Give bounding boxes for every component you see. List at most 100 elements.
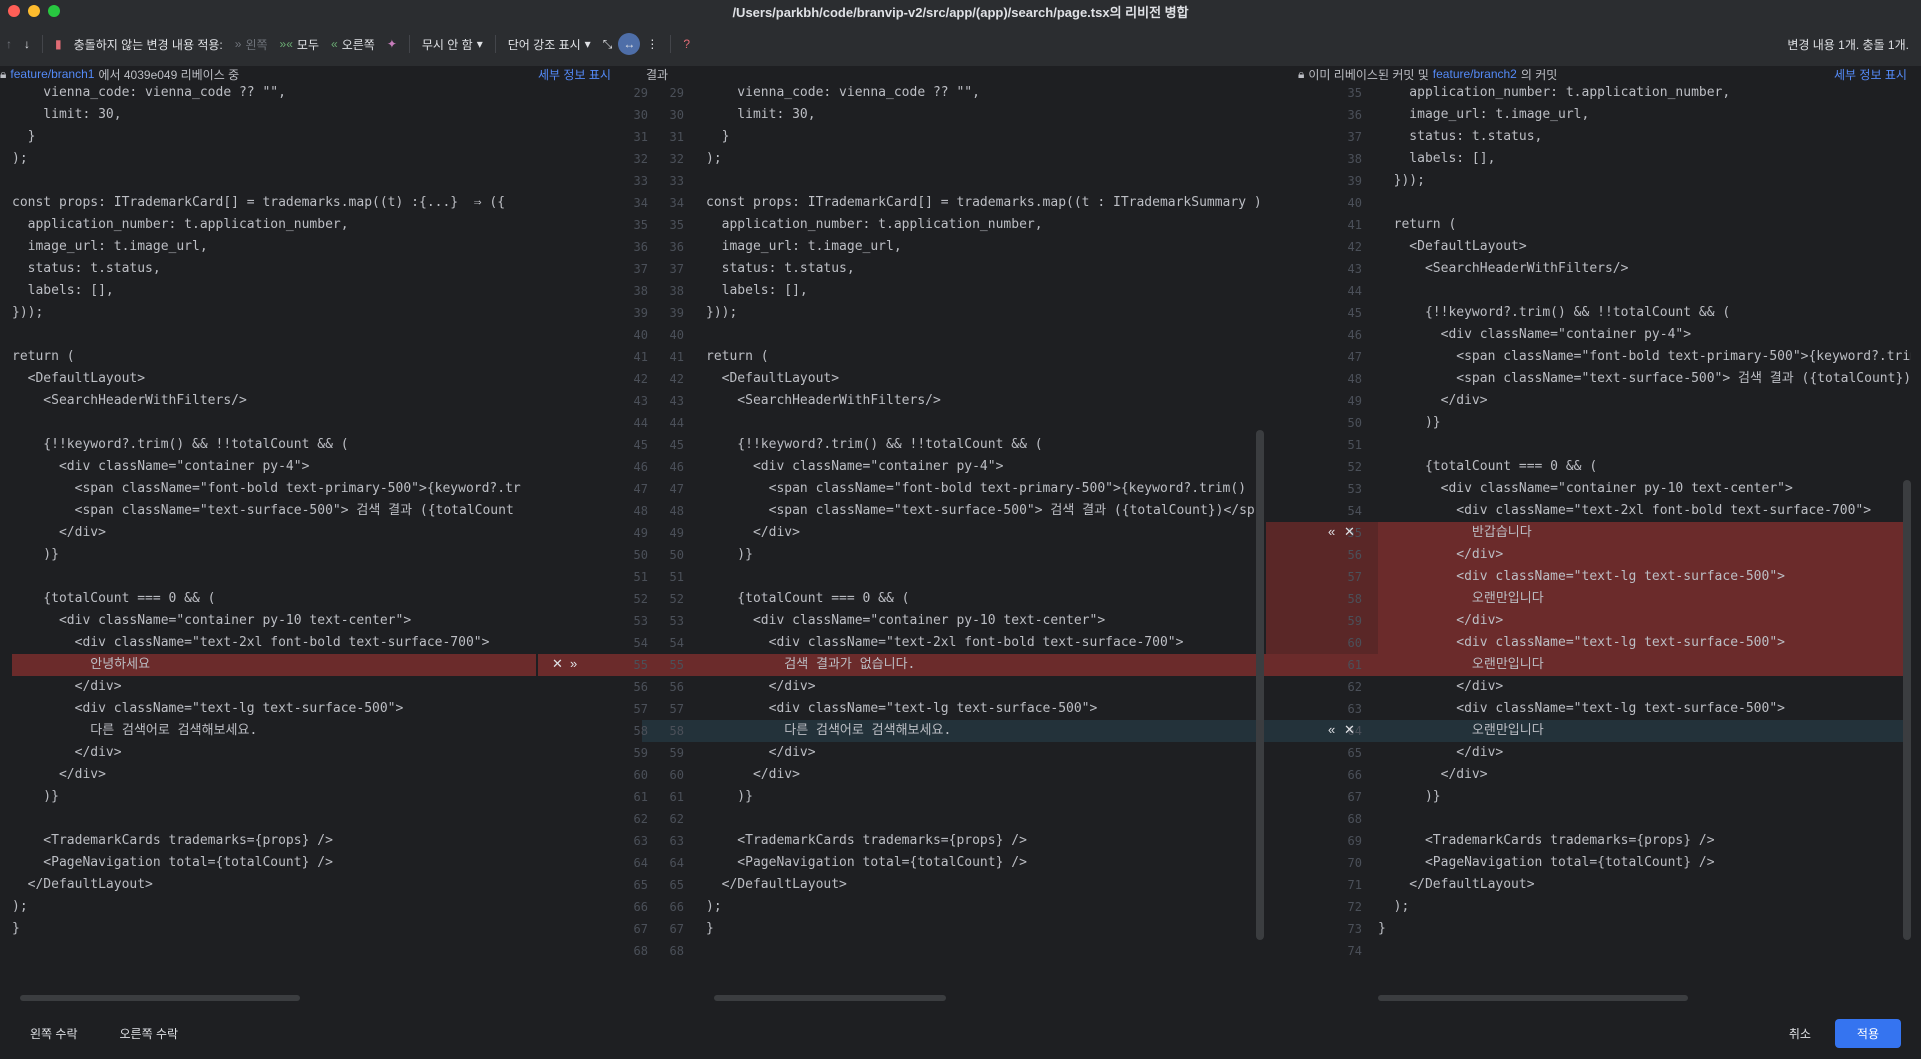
code-line[interactable]: <div className="container py-10 text-cen… <box>706 610 1105 632</box>
code-line[interactable]: <TrademarkCards trademarks={props} /> <box>12 830 333 852</box>
code-line[interactable]: <div className="text-lg text-surface-500… <box>12 698 404 720</box>
change-right-accept-icon[interactable]: « <box>1328 722 1335 737</box>
cancel-button[interactable]: 취소 <box>1777 1019 1823 1048</box>
code-line[interactable]: image_url: t.image_url, <box>706 236 902 258</box>
code-line[interactable]: image_url: t.image_url, <box>1378 104 1589 126</box>
conflict-right-reject-icon[interactable]: ✕ <box>1344 524 1355 540</box>
minimize-window-button[interactable] <box>28 5 40 17</box>
code-line[interactable]: </DefaultLayout> <box>706 874 847 896</box>
code-line[interactable]: <div className="text-2xl font-bold text-… <box>1378 500 1871 522</box>
code-line[interactable]: {totalCount === 0 && ( <box>12 588 215 610</box>
left-code-pane[interactable]: vienna_code: vienna_code ?? "", limit: 3… <box>12 82 536 1002</box>
code-line[interactable]: <SearchHeaderWithFilters/> <box>1378 258 1629 280</box>
code-line[interactable]: ); <box>12 148 28 170</box>
code-line[interactable]: <span className="font-bold text-primary-… <box>1378 346 1911 368</box>
code-line[interactable]: vienna_code: vienna_code ?? "", <box>706 82 980 104</box>
prev-diff-icon[interactable]: ↑ <box>0 32 18 56</box>
right-show-details-link[interactable]: 세부 정보 표시 <box>1834 66 1907 82</box>
code-line[interactable]: </div> <box>706 742 816 764</box>
code-line[interactable]: </DefaultLayout> <box>12 874 153 896</box>
code-line[interactable]: </div> <box>12 742 122 764</box>
code-line[interactable]: <span className="text-surface-500"> 검색 결… <box>1378 368 1911 390</box>
code-line[interactable]: {!!keyword?.trim() && !!totalCount && ( <box>706 434 1042 456</box>
right-code-pane[interactable]: application_number: t.application_number… <box>1378 82 1911 1002</box>
code-line[interactable]: application_number: t.application_number… <box>12 214 349 236</box>
code-line[interactable]: {!!keyword?.trim() && !!totalCount && ( <box>1378 302 1730 324</box>
code-line[interactable]: </div> <box>706 676 816 698</box>
code-line[interactable]: <div className="container py-4"> <box>1378 324 1691 346</box>
code-line[interactable]: </div> <box>706 522 800 544</box>
code-line[interactable]: <div className="text-lg text-surface-500… <box>706 698 1098 720</box>
code-line[interactable]: 검색 결과가 없습니다. <box>706 654 915 676</box>
code-line[interactable]: <TrademarkCards trademarks={props} /> <box>706 830 1027 852</box>
code-line[interactable]: <div className="container py-4"> <box>12 456 309 478</box>
code-line[interactable]: 다른 검색어로 검색해보세요. <box>706 720 951 742</box>
code-line[interactable]: )} <box>1378 412 1441 434</box>
right-vertical-scrollbar[interactable] <box>1903 480 1911 940</box>
code-line[interactable]: 오랜만입니다 <box>1378 654 1544 676</box>
code-line[interactable]: <PageNavigation total={totalCount} /> <box>1378 852 1715 874</box>
code-line[interactable]: 오랜만입니다 <box>1378 588 1544 610</box>
code-line[interactable]: })); <box>1378 170 1425 192</box>
code-line[interactable]: )} <box>706 544 753 566</box>
code-line[interactable]: 반갑습니다 <box>1378 522 1532 544</box>
code-line[interactable]: ); <box>1378 896 1410 918</box>
change-right-reject-icon[interactable]: ✕ <box>1344 722 1355 738</box>
code-line[interactable]: } <box>706 918 714 940</box>
code-line[interactable]: </div> <box>12 676 122 698</box>
accept-left-button[interactable]: 왼쪽 수락 <box>18 1019 90 1048</box>
code-line[interactable]: </div> <box>1378 544 1503 566</box>
right-horizontal-scrollbar[interactable] <box>1378 995 1688 1001</box>
code-line[interactable]: <SearchHeaderWithFilters/> <box>706 390 941 412</box>
code-line[interactable]: <span className="font-bold text-primary-… <box>706 478 1246 500</box>
code-line[interactable]: return ( <box>12 346 75 368</box>
code-line[interactable]: )} <box>12 544 59 566</box>
code-line[interactable]: <DefaultLayout> <box>12 368 145 390</box>
more-options-icon[interactable]: ⋮ <box>640 32 664 56</box>
apply-right-button[interactable]: « 오른쪽 <box>325 32 381 56</box>
left-show-details-link[interactable]: 세부 정보 표시 <box>538 66 611 82</box>
code-line[interactable]: return ( <box>1378 214 1457 236</box>
apply-left-button[interactable]: » 왼쪽 <box>229 32 274 56</box>
magic-resolve-icon[interactable]: ✦ <box>381 32 403 56</box>
code-line[interactable]: <div className="text-lg text-surface-500… <box>1378 698 1785 720</box>
code-line[interactable]: limit: 30, <box>12 104 121 126</box>
code-line[interactable]: </div> <box>1378 390 1488 412</box>
apply-button[interactable]: 적용 <box>1834 1019 1901 1048</box>
code-line[interactable]: ); <box>706 896 722 918</box>
code-line[interactable]: 다른 검색어로 검색해보세요. <box>12 720 257 742</box>
code-line[interactable]: </div> <box>706 764 800 786</box>
accept-right-button[interactable]: 오른쪽 수락 <box>108 1019 191 1048</box>
code-line[interactable]: status: t.status, <box>706 258 855 280</box>
code-line[interactable]: vienna_code: vienna_code ?? "", <box>12 82 286 104</box>
code-line[interactable]: <div className="text-2xl font-bold text-… <box>706 632 1184 654</box>
code-line[interactable]: status: t.status, <box>12 258 161 280</box>
result-code-pane[interactable]: vienna_code: vienna_code ?? "", limit: 3… <box>706 82 1262 1002</box>
code-line[interactable]: const props: ITrademarkCard[] = trademar… <box>706 192 1262 214</box>
code-line[interactable]: <DefaultLayout> <box>706 368 839 390</box>
help-icon[interactable]: ? <box>677 32 696 56</box>
code-line[interactable]: image_url: t.image_url, <box>12 236 208 258</box>
code-line[interactable]: )} <box>12 786 59 808</box>
code-line[interactable]: <DefaultLayout> <box>1378 236 1526 258</box>
code-line[interactable]: </div> <box>1378 742 1503 764</box>
code-line[interactable]: } <box>1378 918 1386 940</box>
left-horizontal-scrollbar[interactable] <box>20 995 300 1001</box>
ignore-whitespace-dropdown[interactable]: 무시 안 함 ▾ <box>416 32 489 56</box>
conflict-left-accept-icon[interactable]: » <box>570 656 577 671</box>
apply-all-button[interactable]: »« 모두 <box>274 32 325 56</box>
code-line[interactable]: labels: [], <box>706 280 808 302</box>
code-line[interactable]: </DefaultLayout> <box>1378 874 1534 896</box>
code-line[interactable]: <SearchHeaderWithFilters/> <box>12 390 247 412</box>
left-branch-link[interactable]: feature/branch1 <box>10 67 94 81</box>
code-line[interactable]: status: t.status, <box>1378 126 1542 148</box>
bookmark-icon[interactable]: ▮ <box>49 32 68 56</box>
zoom-window-button[interactable] <box>48 5 60 17</box>
code-line[interactable]: return ( <box>706 346 769 368</box>
code-line[interactable]: <span className="text-surface-500"> 검색 결… <box>12 500 514 522</box>
result-horizontal-scrollbar[interactable] <box>714 995 946 1001</box>
code-line[interactable]: } <box>12 126 36 148</box>
code-line[interactable]: <div className="container py-10 text-cen… <box>1378 478 1793 500</box>
code-line[interactable]: } <box>706 126 730 148</box>
code-line[interactable]: <div className="text-2xl font-bold text-… <box>12 632 490 654</box>
